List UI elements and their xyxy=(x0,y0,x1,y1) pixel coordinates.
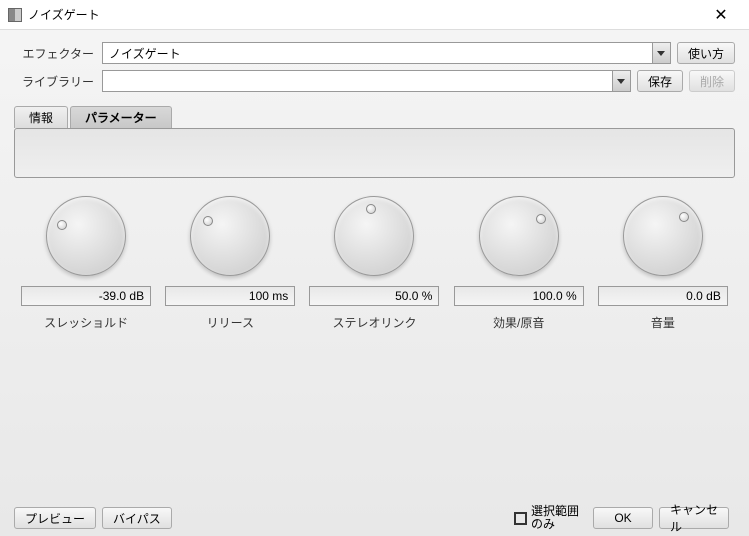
knob-value[interactable]: 100.0 % xyxy=(454,286,584,306)
knob-value[interactable]: 100 ms xyxy=(165,286,295,306)
knob-dial[interactable] xyxy=(623,196,703,276)
knob-value[interactable]: 0.0 dB xyxy=(598,286,728,306)
knob-dial[interactable] xyxy=(479,196,559,276)
knob-0: -39.0 dB スレッショルド xyxy=(21,196,151,331)
top-controls: エフェクター ノイズゲート 使い方 ライブラリー 保存 削除 xyxy=(0,30,749,106)
app-icon xyxy=(8,8,22,22)
knob-3: 100.0 % 効果/原音 xyxy=(454,196,584,331)
knob-indicator xyxy=(57,220,67,230)
effector-dropdown[interactable]: ノイズゲート xyxy=(102,42,671,64)
knob-indicator xyxy=(366,204,376,214)
library-label: ライブラリー xyxy=(14,73,94,90)
bypass-button[interactable]: バイパス xyxy=(102,507,172,529)
effector-value: ノイズゲート xyxy=(109,45,181,62)
close-button[interactable]: ✕ xyxy=(701,1,741,29)
delete-button: 削除 xyxy=(689,70,735,92)
knob-label: リリース xyxy=(207,314,254,331)
chevron-down-icon xyxy=(612,71,630,91)
knob-label: 音量 xyxy=(651,314,675,331)
knob-label: スレッショルド xyxy=(44,314,128,331)
knob-label: ステレオリンク xyxy=(332,314,416,331)
chevron-down-icon xyxy=(652,43,670,63)
knob-value[interactable]: 50.0 % xyxy=(309,286,439,306)
bottom-bar: プレビュー バイパス 選択範囲 のみ OK キャンセル xyxy=(0,500,749,536)
knob-value[interactable]: -39.0 dB xyxy=(21,286,151,306)
window-title: ノイズゲート xyxy=(28,6,701,23)
preview-button[interactable]: プレビュー xyxy=(14,507,96,529)
knob-indicator xyxy=(203,216,213,226)
knob-dial[interactable] xyxy=(190,196,270,276)
selection-only-label: 選択範囲 のみ xyxy=(531,505,579,531)
library-dropdown[interactable] xyxy=(102,70,631,92)
tab-parameters[interactable]: パラメーター xyxy=(70,106,172,128)
cancel-button[interactable]: キャンセル xyxy=(659,507,729,529)
tab-info[interactable]: 情報 xyxy=(14,106,68,128)
knob-4: 0.0 dB 音量 xyxy=(598,196,728,331)
knob-indicator xyxy=(536,214,546,224)
knob-2: 50.0 % ステレオリンク xyxy=(309,196,439,331)
info-panel xyxy=(14,128,735,178)
knob-indicator xyxy=(679,212,689,222)
knob-dial[interactable] xyxy=(46,196,126,276)
selection-only-checkbox[interactable]: 選択範囲 のみ xyxy=(514,505,579,531)
knob-label: 効果/原音 xyxy=(493,314,544,331)
help-button[interactable]: 使い方 xyxy=(677,42,735,64)
knob-row: -39.0 dB スレッショルド 100 ms リリース 50.0 % ステレオリンク 10… xyxy=(0,178,749,331)
knob-dial[interactable] xyxy=(334,196,414,276)
effector-label: エフェクター xyxy=(14,45,94,62)
knob-1: 100 ms リリース xyxy=(165,196,295,331)
titlebar: ノイズゲート ✕ xyxy=(0,0,749,30)
tabs: 情報 パラメーター xyxy=(0,106,749,128)
ok-button[interactable]: OK xyxy=(593,507,653,529)
save-button[interactable]: 保存 xyxy=(637,70,683,92)
checkbox-icon xyxy=(514,512,527,525)
